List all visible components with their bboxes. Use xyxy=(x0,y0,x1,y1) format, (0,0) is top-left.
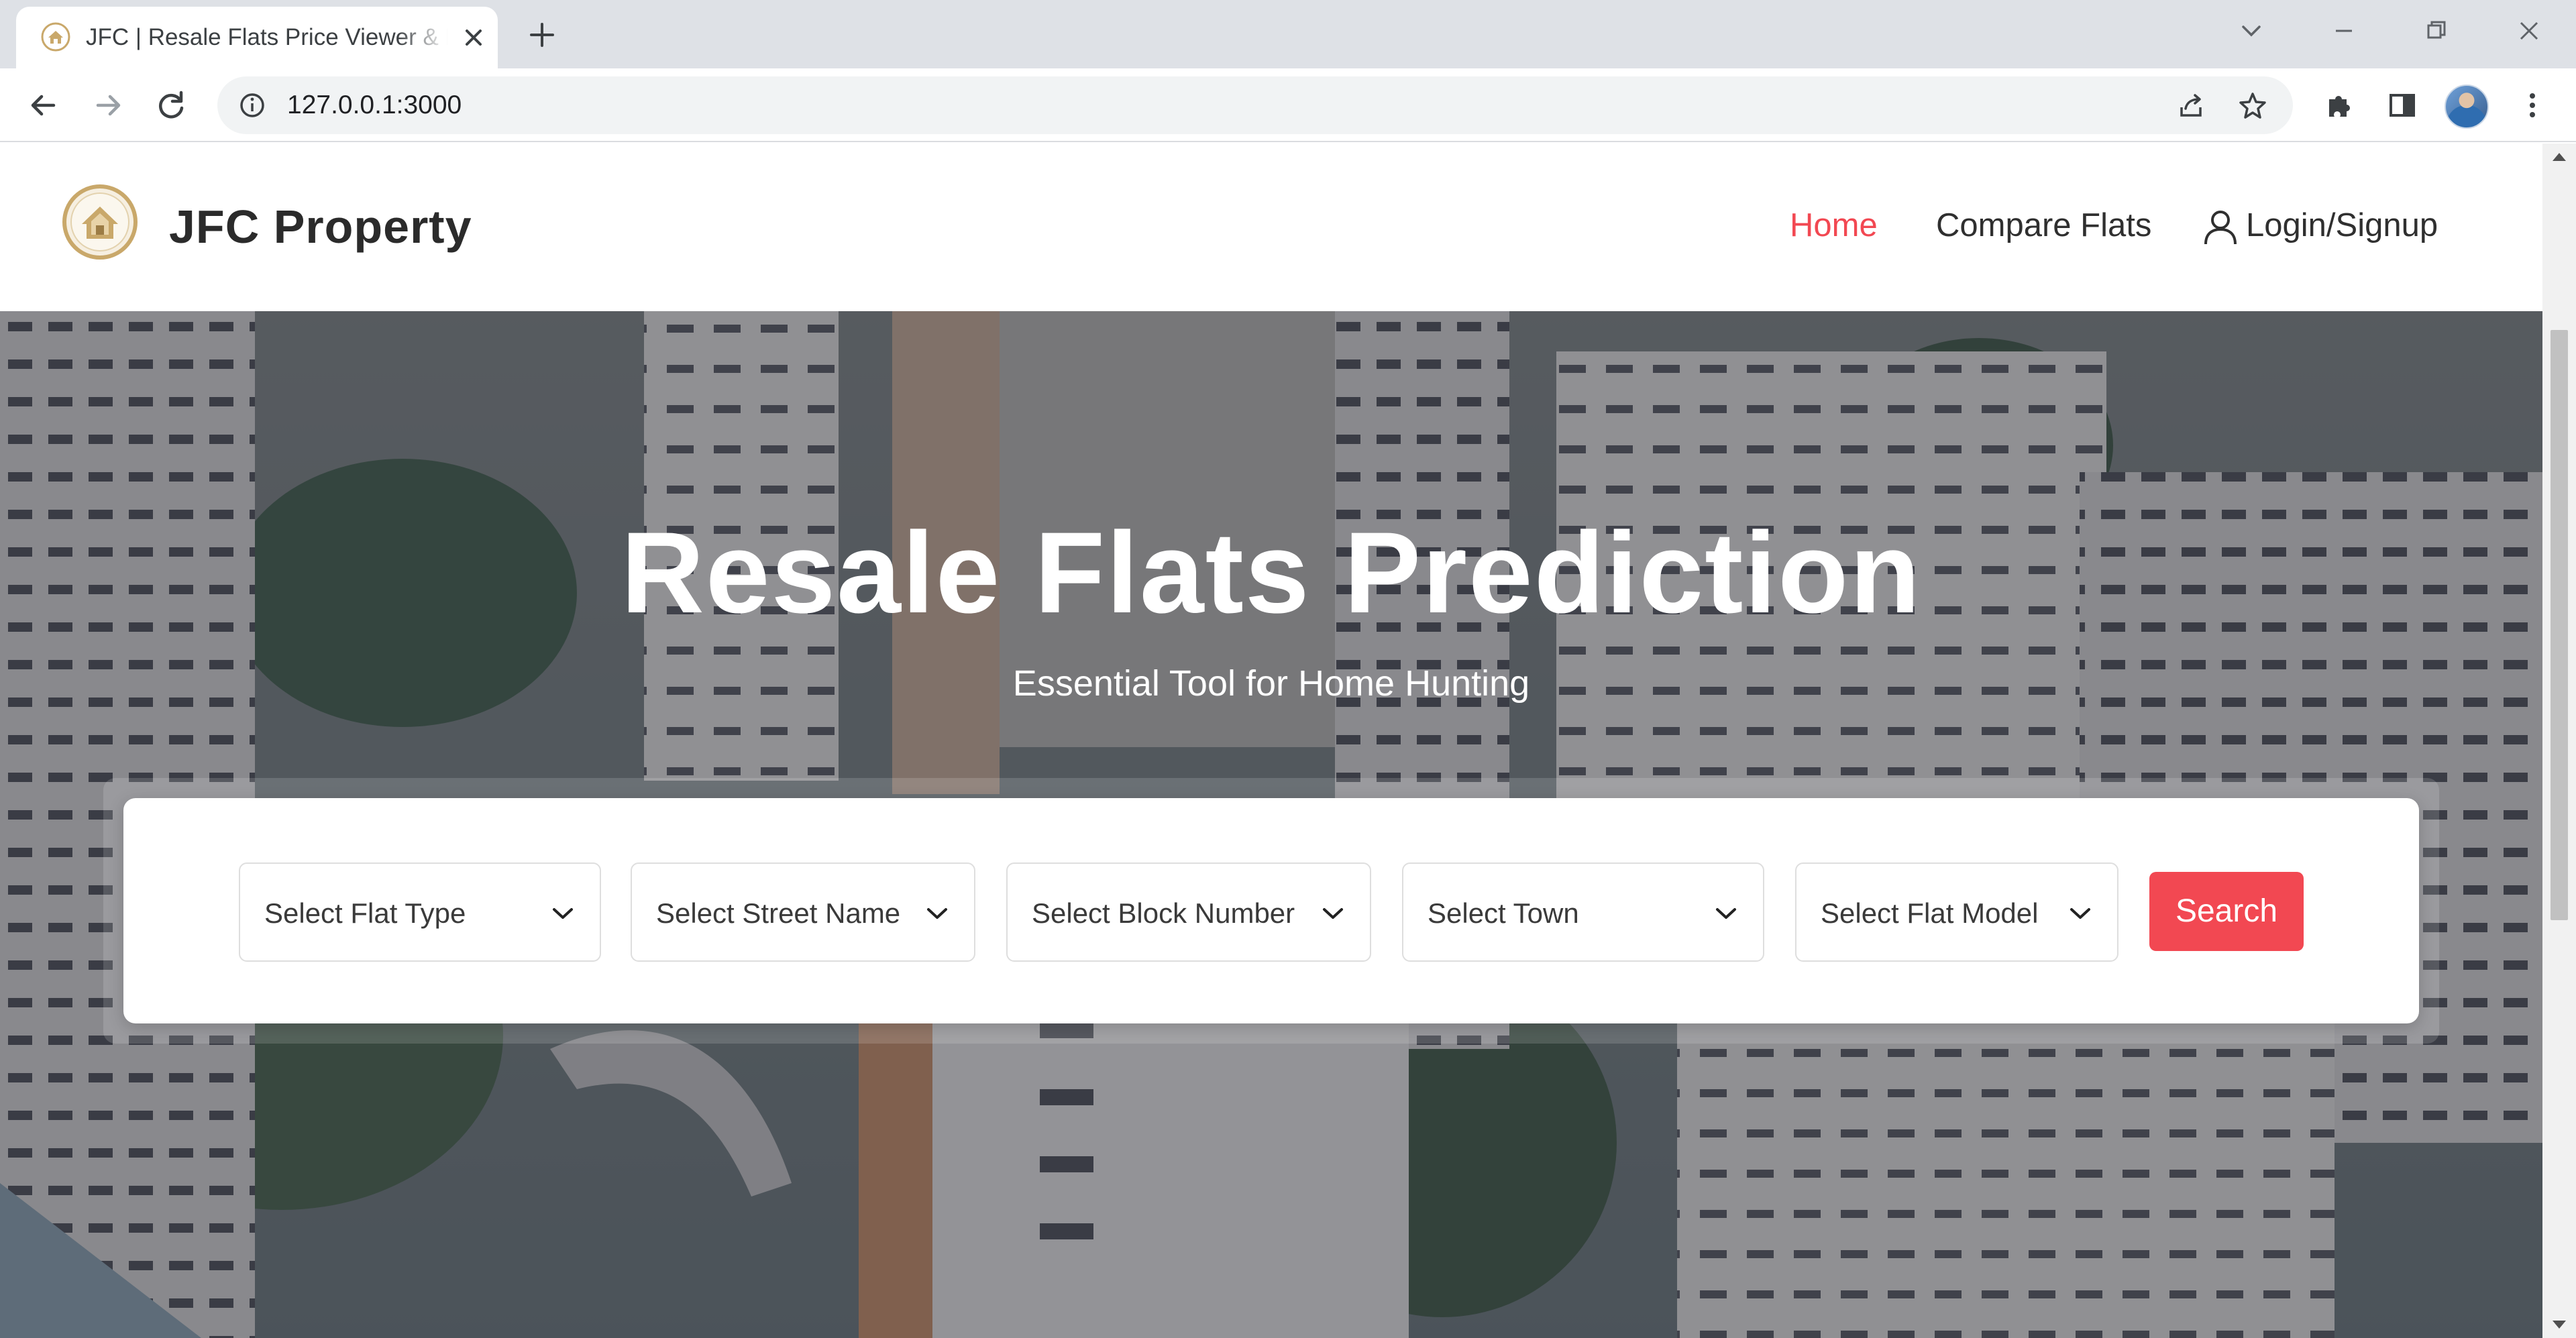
extensions-icon[interactable] xyxy=(2322,89,2356,122)
close-icon[interactable] xyxy=(459,23,488,52)
browser-toolbar: 127.0.0.1:3000 xyxy=(0,68,2576,142)
plus-icon[interactable] xyxy=(526,19,558,51)
restore-icon[interactable] xyxy=(2419,13,2454,48)
town-select[interactable]: Select Town xyxy=(1402,862,1764,962)
share-icon[interactable] xyxy=(2175,90,2207,122)
avatar[interactable] xyxy=(2445,85,2489,129)
town-select-label: Select Town xyxy=(1428,897,1579,929)
flat-type-select[interactable]: Select Flat Type xyxy=(239,862,601,962)
house-logo-icon[interactable] xyxy=(62,184,138,260)
flat-model-select-label: Select Flat Model xyxy=(1821,897,2039,929)
chevron-down-icon xyxy=(553,908,573,919)
scroll-down-arrow-icon[interactable] xyxy=(2553,1321,2566,1329)
search-panel: Select Flat Type Select Street Name Sele… xyxy=(123,798,2419,1023)
chevron-down-icon[interactable] xyxy=(2234,13,2269,48)
address-bar[interactable]: 127.0.0.1:3000 xyxy=(217,76,2293,134)
forward-arrow-icon[interactable] xyxy=(89,86,127,125)
user-icon[interactable] xyxy=(2202,208,2239,245)
info-icon[interactable] xyxy=(237,91,267,120)
search-button[interactable]: Search xyxy=(2149,872,2304,951)
block-number-select[interactable]: Select Block Number xyxy=(1006,862,1371,962)
scroll-up-arrow-icon[interactable] xyxy=(2553,153,2566,161)
page-viewport: JFC Property Home Compare Flats Login/Si… xyxy=(0,144,2542,1338)
nav-login-signup-link[interactable]: Login/Signup xyxy=(2246,205,2438,245)
chevron-down-icon xyxy=(1716,908,1736,919)
chevron-down-icon xyxy=(927,908,947,919)
chevron-down-icon xyxy=(2070,908,2090,919)
hero-title: Resale Flats Prediction xyxy=(621,508,1922,637)
side-panel-icon[interactable] xyxy=(2385,89,2419,122)
house-favicon-icon xyxy=(41,22,70,52)
nav-compare-flats-link[interactable]: Compare Flats xyxy=(1936,205,2151,245)
chevron-down-icon xyxy=(1323,908,1343,919)
site-navbar: JFC Property Home Compare Flats Login/Si… xyxy=(0,144,2542,311)
scrollbar-thumb[interactable] xyxy=(2551,330,2568,920)
hero-section: Resale Flats Prediction Essential Tool f… xyxy=(0,311,2542,1338)
brand-name[interactable]: JFC Property xyxy=(169,200,472,254)
street-name-select-label: Select Street Name xyxy=(656,897,901,929)
nav-home-link[interactable]: Home xyxy=(1790,205,1878,245)
minimize-icon[interactable] xyxy=(2326,13,2361,48)
close-window-icon[interactable] xyxy=(2512,13,2546,48)
page-scrollbar[interactable] xyxy=(2542,144,2576,1338)
hero-subtitle: Essential Tool for Home Hunting xyxy=(1012,663,1530,704)
more-icon[interactable] xyxy=(2516,89,2549,122)
url-text[interactable]: 127.0.0.1:3000 xyxy=(287,90,462,121)
flat-model-select[interactable]: Select Flat Model xyxy=(1795,862,2118,962)
star-icon[interactable] xyxy=(2237,90,2269,122)
reload-icon[interactable] xyxy=(152,86,191,125)
street-name-select[interactable]: Select Street Name xyxy=(631,862,975,962)
block-number-select-label: Select Block Number xyxy=(1032,897,1295,929)
tab-title: JFC | Resale Flats Price Viewer & Predic… xyxy=(86,24,448,50)
browser-tab-strip: JFC | Resale Flats Price Viewer & Predic… xyxy=(0,0,2576,68)
browser-tab[interactable]: JFC | Resale Flats Price Viewer & Predic… xyxy=(16,7,498,68)
flat-type-select-label: Select Flat Type xyxy=(264,897,466,929)
back-arrow-icon[interactable] xyxy=(24,86,63,125)
